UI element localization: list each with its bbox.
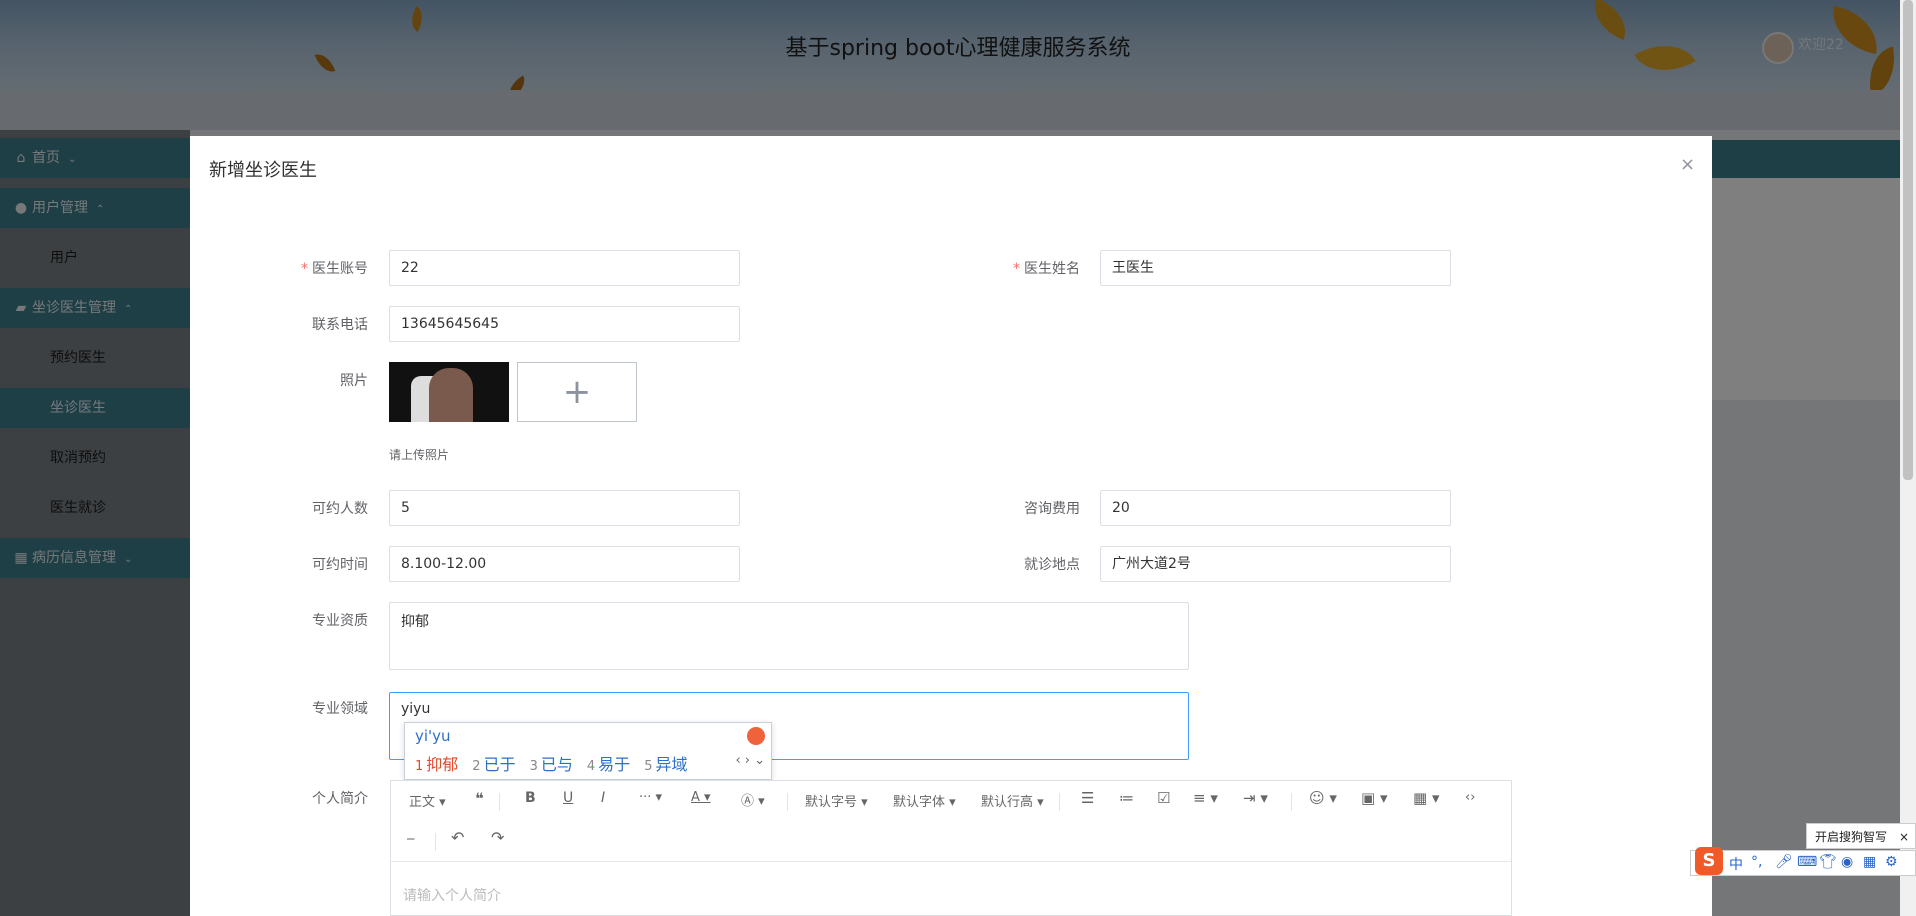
time-label: 可约时间 bbox=[312, 557, 368, 573]
ime-candidates: 1 抑郁 2 已于 3 已与 4 易于 5 异域 bbox=[415, 751, 701, 775]
sogou-ime-toolbar: S 中 °, 🎤︎ ⌨ 👕︎ ◉ ▦ ⚙ bbox=[1690, 847, 1916, 876]
toolbox-icon[interactable]: ▦ bbox=[1863, 854, 1876, 870]
underline-icon[interactable]: U bbox=[563, 790, 573, 806]
redo-icon[interactable]: ↷ bbox=[491, 828, 504, 847]
photo-label: 照片 bbox=[340, 373, 368, 389]
ime-candidate[interactable]: 3 已与 bbox=[530, 751, 573, 775]
time-input[interactable]: 8.100-12.00 bbox=[389, 546, 740, 582]
name-input[interactable]: 王医生 bbox=[1100, 250, 1451, 286]
ime-language-toggle[interactable]: 中 bbox=[1729, 854, 1743, 874]
quote-icon[interactable]: ❝ bbox=[475, 789, 484, 808]
intro-label: 个人简介 bbox=[312, 791, 368, 807]
numbered-list-icon[interactable]: ≔ bbox=[1119, 789, 1134, 807]
sogou-logo-icon bbox=[747, 727, 765, 745]
fee-input[interactable]: 20 bbox=[1100, 490, 1451, 526]
intro-editor: 正文 ▾ ❝ B U I ··· ▾ A ▾ Ⓐ ▾ 默认字号 ▾ 默认字体 ▾… bbox=[390, 780, 1512, 916]
skin-icon[interactable]: 👕︎ bbox=[1819, 854, 1837, 870]
editor-placeholder[interactable]: 请输入个人简介 bbox=[403, 885, 501, 905]
ime-candidate[interactable]: 4 易于 bbox=[587, 751, 630, 775]
settings-icon[interactable]: ⚙ bbox=[1885, 854, 1898, 870]
keyboard-icon[interactable]: ⌨ bbox=[1797, 854, 1817, 870]
paragraph-select[interactable]: 正文 ▾ bbox=[409, 791, 446, 810]
phone-input[interactable]: 13645645645 bbox=[389, 306, 740, 342]
capacity-input[interactable]: 5 bbox=[389, 490, 740, 526]
sogou-logo-icon[interactable]: S bbox=[1695, 847, 1723, 875]
page-scrollbar-thumb[interactable] bbox=[1903, 0, 1913, 480]
microphone-icon[interactable]: 🎤︎ bbox=[1775, 854, 1793, 870]
ime-candidate[interactable]: 5 异域 bbox=[644, 751, 687, 775]
table-icon[interactable]: ▦ ▾ bbox=[1413, 789, 1439, 807]
image-icon[interactable]: ▣ ▾ bbox=[1361, 789, 1387, 807]
todo-icon[interactable]: ☑ bbox=[1157, 789, 1170, 807]
account-label: * 医生账号 bbox=[301, 261, 368, 277]
upload-photo-button[interactable]: + bbox=[517, 362, 637, 422]
punctuation-icon[interactable]: °, bbox=[1751, 854, 1762, 870]
line-height-select[interactable]: 默认行高 ▾ bbox=[981, 791, 1044, 810]
name-label: * 医生姓名 bbox=[1013, 261, 1080, 277]
ime-candidate[interactable]: 1 抑郁 bbox=[415, 751, 458, 775]
code-icon[interactable]: ‹› bbox=[1465, 790, 1475, 805]
close-icon[interactable]: × bbox=[1899, 824, 1909, 850]
dialog-title: 新增坐诊医生 bbox=[209, 160, 317, 181]
qualification-textarea[interactable]: 抑郁 bbox=[389, 602, 1189, 670]
align-icon[interactable]: ≡ ▾ bbox=[1193, 789, 1218, 807]
more-icon[interactable]: ··· ▾ bbox=[639, 790, 662, 805]
font-family-select[interactable]: 默认字体 ▾ bbox=[893, 791, 956, 810]
account-input[interactable]: 22 bbox=[389, 250, 740, 286]
ime-page-nav[interactable]: ‹ › ⌄ bbox=[735, 753, 765, 768]
location-input[interactable]: 广州大道2号 bbox=[1100, 546, 1451, 582]
italic-icon[interactable]: I bbox=[601, 790, 605, 806]
qualification-label: 专业资质 bbox=[312, 613, 368, 629]
sogou-smart-write-tip[interactable]: 开启搜狗智写 × bbox=[1806, 823, 1916, 849]
photo-hint: 请上传照片 bbox=[389, 448, 450, 462]
indent-icon[interactable]: ⇥ ▾ bbox=[1243, 789, 1268, 807]
fee-label: 咨询费用 bbox=[1024, 501, 1080, 517]
game-icon[interactable]: ◉ bbox=[1841, 854, 1853, 870]
capacity-label: 可约人数 bbox=[312, 501, 368, 517]
location-label: 就诊地点 bbox=[1024, 557, 1080, 573]
phone-label: 联系电话 bbox=[312, 317, 368, 333]
undo-icon[interactable]: ↶ bbox=[451, 828, 464, 847]
font-color-icon[interactable]: A ▾ bbox=[691, 790, 711, 805]
uploaded-photo[interactable] bbox=[389, 362, 509, 422]
bullet-list-icon[interactable]: ☰ bbox=[1081, 789, 1094, 807]
ime-candidate[interactable]: 2 已于 bbox=[472, 751, 515, 775]
close-icon[interactable]: × bbox=[1680, 154, 1695, 175]
highlight-icon[interactable]: Ⓐ ▾ bbox=[741, 790, 765, 809]
font-size-select[interactable]: 默认字号 ▾ bbox=[805, 791, 868, 810]
divider-icon[interactable]: ⎯ bbox=[407, 829, 415, 847]
ime-candidate-popup: yi'yu 1 抑郁 2 已于 3 已与 4 易于 5 异域 ‹ › ⌄ bbox=[404, 722, 772, 780]
bold-icon[interactable]: B bbox=[525, 790, 536, 806]
ime-pinyin: yi'yu bbox=[415, 727, 451, 745]
field-label: 专业领域 bbox=[312, 701, 368, 717]
emoji-icon[interactable]: ☺ ▾ bbox=[1309, 789, 1337, 807]
